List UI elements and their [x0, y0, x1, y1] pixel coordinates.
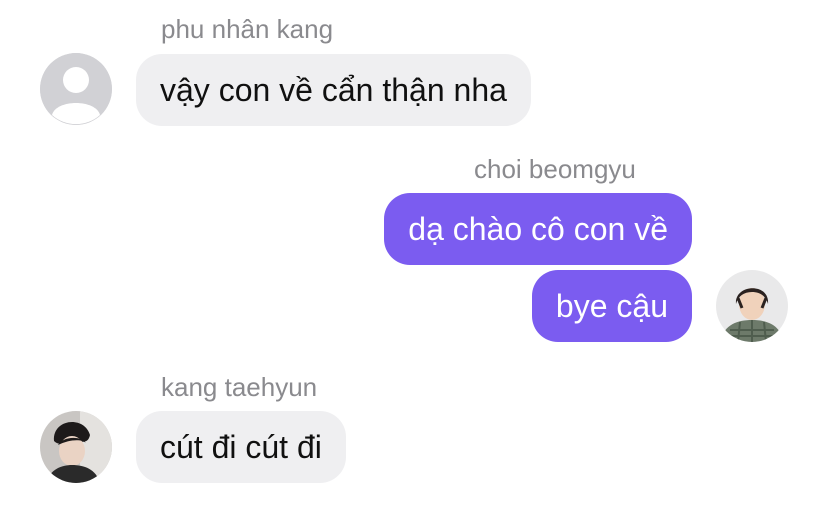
message-bubble[interactable]: dạ chào cô con về [384, 193, 692, 265]
sender-name: kang taehyun [161, 372, 318, 402]
profile-photo-icon [40, 411, 112, 483]
message-bubble[interactable]: bye cậu [531, 270, 692, 342]
avatar[interactable] [40, 411, 112, 483]
avatar[interactable] [716, 270, 788, 342]
sender-name: choi beomgyu [474, 154, 636, 184]
avatar[interactable] [40, 53, 112, 125]
default-user-icon [40, 53, 112, 125]
profile-photo-icon [716, 270, 788, 342]
message-bubble[interactable]: vậy con về cẩn thận nha [136, 54, 531, 126]
sender-name: phu nhân kang [161, 14, 334, 44]
message-bubble[interactable]: cút đi cút đi [136, 411, 346, 483]
